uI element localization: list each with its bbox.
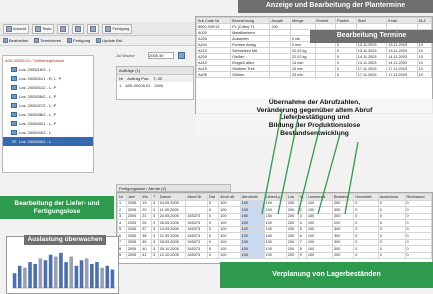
connector-line [317,133,341,215]
connector-line [277,117,299,215]
connector-line [261,109,283,215]
connector-line [344,141,359,215]
connector-lines [261,109,359,215]
connector-line [297,125,321,215]
